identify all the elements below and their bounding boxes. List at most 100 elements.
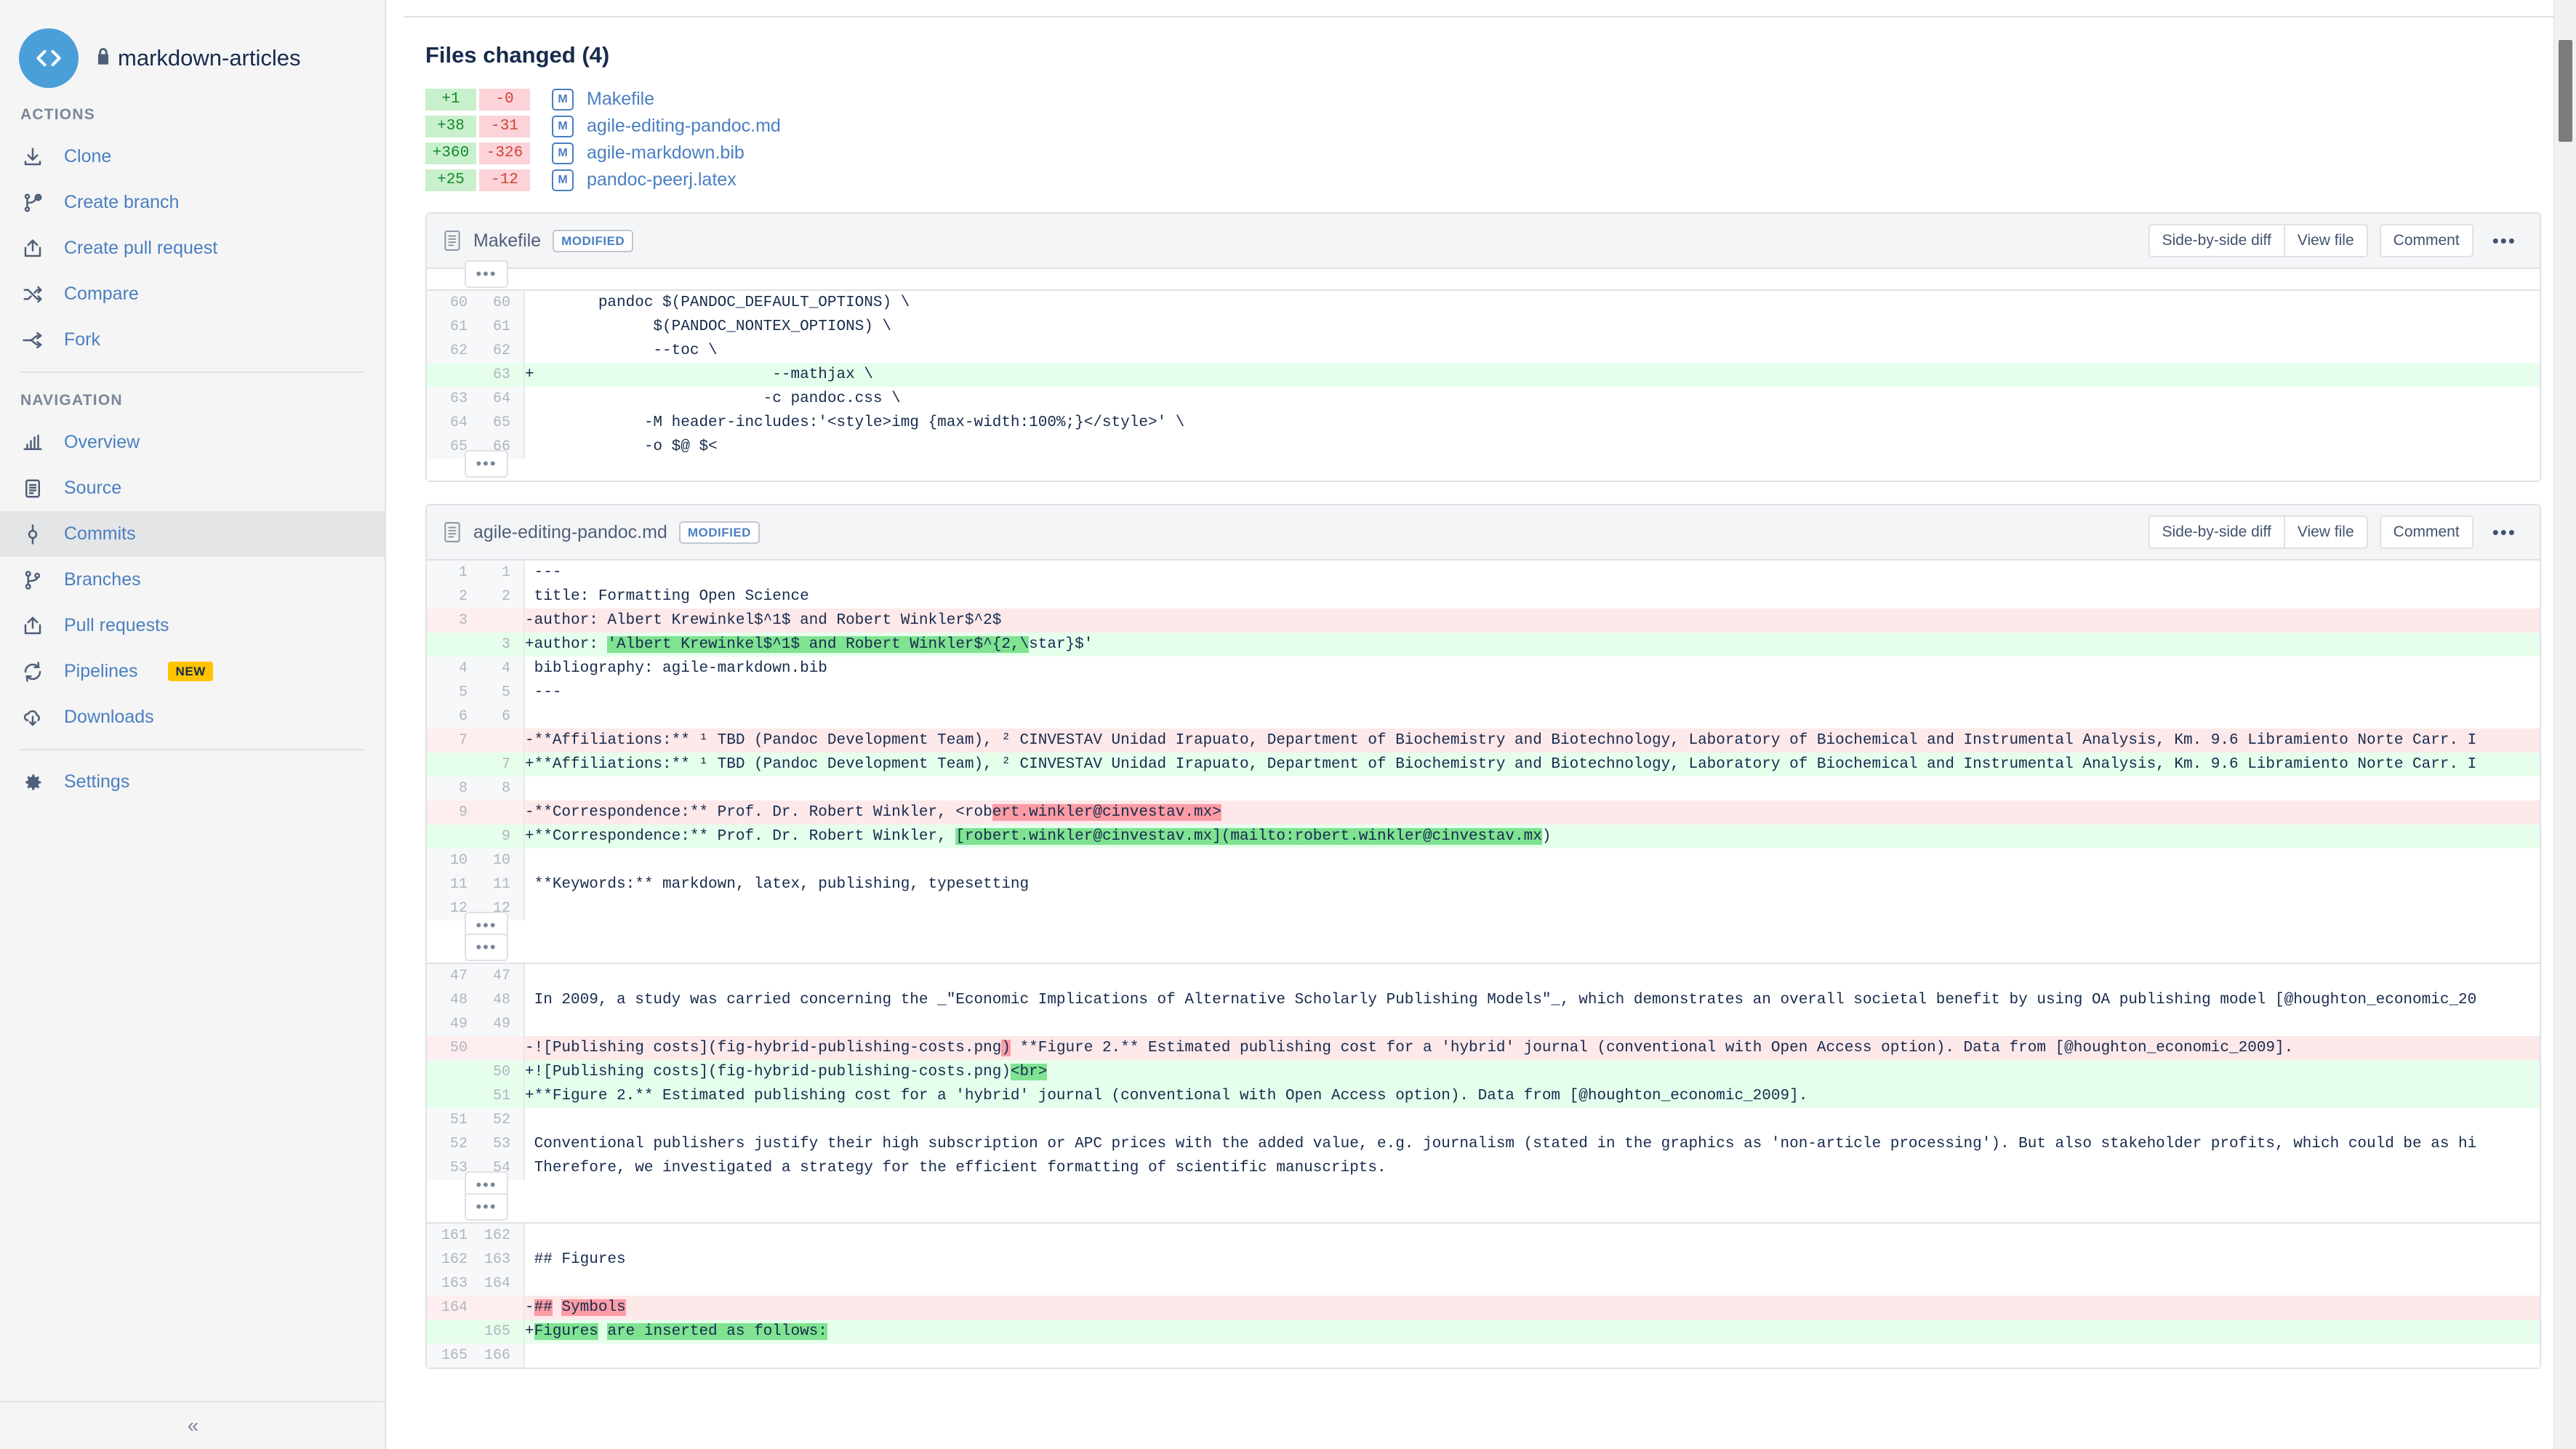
diff-line-marker: [525, 708, 534, 725]
diff-line-code: -author: Albert Krewinkel$^1$ and Robert…: [524, 609, 2540, 633]
file-link[interactable]: Makefile: [587, 89, 654, 110]
sidebar-item-commits[interactable]: Commits: [0, 511, 385, 557]
pull-request-icon: [20, 236, 45, 261]
repository-name-wrap[interactable]: markdown-articles: [96, 45, 301, 71]
more-options-icon[interactable]: •••: [2485, 515, 2524, 549]
diff-line-row[interactable]: 88: [427, 776, 2540, 800]
diff-line-code: ## Figures: [524, 1248, 2540, 1272]
file-link[interactable]: pandoc-peerj.latex: [587, 169, 737, 190]
diff-line-marker: [525, 876, 534, 893]
old-line-number: 9: [427, 800, 475, 824]
diff-line-row[interactable]: 11 11 **Keywords:** markdown, latex, publ…: [427, 872, 2540, 896]
diff-line-marker: [525, 1347, 534, 1364]
diff-body: 11 --- 2 2 title: Formatting Open Science 3…: [427, 561, 2540, 1368]
diff-line-row[interactable]: 7 -**Affiliations:** ¹ TBD (Pandoc Develo…: [427, 728, 2540, 752]
new-line-number: 48: [475, 988, 525, 1012]
diff-line-row[interactable]: 53 54 Therefore, we investigated a strate…: [427, 1156, 2540, 1180]
diff-table: 11 --- 2 2 title: Formatting Open Science 3…: [427, 561, 2540, 920]
sidebar-item-compare[interactable]: Compare: [0, 271, 385, 317]
lines-added-badge: +1: [425, 88, 476, 111]
diff-line-row[interactable]: 55 ---: [427, 681, 2540, 705]
diff-line-row[interactable]: 164 -## Symbols: [427, 1296, 2540, 1320]
diff-line-row[interactable]: 51 52: [427, 1108, 2540, 1132]
expand-hunk-button[interactable]: •••: [465, 1193, 508, 1221]
view-file-button[interactable]: View file: [2284, 515, 2368, 549]
comment-button[interactable]: Comment: [2379, 224, 2473, 257]
sidebar-item-overview[interactable]: Overview: [0, 420, 385, 465]
diff-line-row[interactable]: 47 47: [427, 964, 2540, 988]
diff-line-code: [524, 896, 2540, 920]
diff-line-marker: -: [525, 1299, 534, 1316]
hunk-expander: •••: [427, 1193, 2540, 1224]
diff-line-row[interactable]: 63 64 -c pandoc.css \: [427, 387, 2540, 411]
diff-line-row[interactable]: 65 66 -o $@ $<: [427, 435, 2540, 459]
diff-line-row[interactable]: 165 166: [427, 1344, 2540, 1368]
diff-line-code: --toc \: [524, 339, 2540, 363]
hunk-expander: •••: [427, 1171, 2540, 1202]
sidebar-item-create-branch[interactable]: Create branch: [0, 180, 385, 225]
file-link[interactable]: agile-markdown.bib: [587, 143, 745, 164]
diff-line-row[interactable]: 162 163 ## Figures: [427, 1248, 2540, 1272]
new-line-number: 164: [475, 1272, 525, 1296]
diff-line-row[interactable]: 7 +**Affiliations:** ¹ TBD (Pandoc Develo…: [427, 752, 2540, 776]
sidebar-item-branches[interactable]: Branches: [0, 557, 385, 603]
diff-line-row[interactable]: 51 +**Figure 2.** Estimated publishing co…: [427, 1084, 2540, 1108]
diff-line-row[interactable]: 163 164: [427, 1272, 2540, 1296]
diff-line-row[interactable]: 22 title: Formatting Open Science: [427, 585, 2540, 609]
diff-line-row[interactable]: 66: [427, 705, 2540, 728]
sidebar-collapse-button[interactable]: «: [0, 1401, 386, 1449]
diff-line-row[interactable]: 62 62 --toc \: [427, 339, 2540, 363]
view-file-button[interactable]: View file: [2284, 224, 2368, 257]
expand-hunk-button[interactable]: •••: [465, 934, 508, 961]
diff-line-row[interactable]: 61 61 $(PANDOC_NONTEX_OPTIONS) \: [427, 315, 2540, 339]
diff-line-row[interactable]: 50 -![Publishing costs](fig-hybrid-publis…: [427, 1036, 2540, 1060]
diff-line-row[interactable]: 44 bibliography: agile-markdown.bib: [427, 657, 2540, 681]
file-link[interactable]: agile-editing-pandoc.md: [587, 116, 781, 137]
new-line-number: 163: [475, 1248, 525, 1272]
diff-line-row[interactable]: 60 60 pandoc $(PANDOC_DEFAULT_OPTIONS) \: [427, 291, 2540, 315]
diff-line-row[interactable]: 10 10: [427, 848, 2540, 872]
diff-line-row[interactable]: 9 +**Correspondence:** Prof. Dr. Robert W…: [427, 824, 2540, 848]
diff-line-marker: [525, 588, 534, 605]
diff-line-row[interactable]: 49 49: [427, 1012, 2540, 1036]
new-line-number: [475, 800, 525, 824]
sidebar-item-pipelines[interactable]: Pipelines NEW: [0, 649, 385, 694]
diff-line-marker: [525, 1016, 534, 1032]
diff-panel-header: agile-editing-pandoc.md MODIFIED Side-by-s…: [427, 505, 2540, 561]
sidebar-item-create-pull-request[interactable]: Create pull request: [0, 225, 385, 271]
expand-hunk-button[interactable]: •••: [465, 450, 508, 478]
vertical-scrollbar-track[interactable]: [2553, 0, 2576, 1449]
more-options-icon[interactable]: •••: [2485, 224, 2524, 257]
diff-line-row[interactable]: 161 162: [427, 1224, 2540, 1248]
pipelines-new-badge: NEW: [168, 662, 213, 681]
diff-line-marker: [525, 1160, 534, 1176]
side-by-side-diff-button[interactable]: Side-by-side diff: [2148, 515, 2285, 549]
diff-line-row[interactable]: 50 +![Publishing costs](fig-hybrid-publis…: [427, 1060, 2540, 1084]
diff-line-row[interactable]: 48 48 In 2009, a study was carried concer…: [427, 988, 2540, 1012]
diff-line-row[interactable]: 165 +Figures are inserted as follows:: [427, 1320, 2540, 1344]
vertical-scrollbar-thumb[interactable]: [2559, 40, 2572, 142]
diff-line-row[interactable]: 63 + --mathjax \: [427, 363, 2540, 387]
sidebar-item-fork[interactable]: Fork: [0, 317, 385, 363]
diff-header-actions: Side-by-side diff View file Comment •••: [2148, 224, 2524, 257]
sidebar-item-settings[interactable]: Settings: [0, 759, 385, 805]
diff-line-row[interactable]: 52 53 Conventional publishers justify the…: [427, 1132, 2540, 1156]
old-line-number: 61: [427, 315, 475, 339]
new-line-number: [475, 1296, 525, 1320]
navigation-list: Overview Source Commits Branches Pull re…: [0, 420, 385, 740]
diff-line-row[interactable]: 3 -author: Albert Krewinkel$^1$ and Rober…: [427, 609, 2540, 633]
expand-hunk-button[interactable]: •••: [465, 260, 508, 288]
diff-line-row[interactable]: 12 12: [427, 896, 2540, 920]
diff-line-row[interactable]: 11 ---: [427, 561, 2540, 585]
sidebar-item-downloads[interactable]: Downloads: [0, 694, 385, 740]
side-by-side-diff-button[interactable]: Side-by-side diff: [2148, 224, 2285, 257]
sidebar-item-clone[interactable]: Clone: [0, 134, 385, 180]
repository-name: markdown-articles: [118, 45, 301, 71]
diff-line-row[interactable]: 64 65 -M header-includes:'<style>img {max…: [427, 411, 2540, 435]
sidebar-item-source[interactable]: Source: [0, 465, 385, 511]
sidebar-item-pull-requests[interactable]: Pull requests: [0, 603, 385, 649]
diff-line-row[interactable]: 9 -**Correspondence:** Prof. Dr. Robert W…: [427, 800, 2540, 824]
comment-button[interactable]: Comment: [2379, 515, 2473, 549]
diff-line-marker: [525, 992, 534, 1008]
diff-line-row[interactable]: 3 +author: 'Albert Krewinkel$^1$ and Robe…: [427, 633, 2540, 657]
